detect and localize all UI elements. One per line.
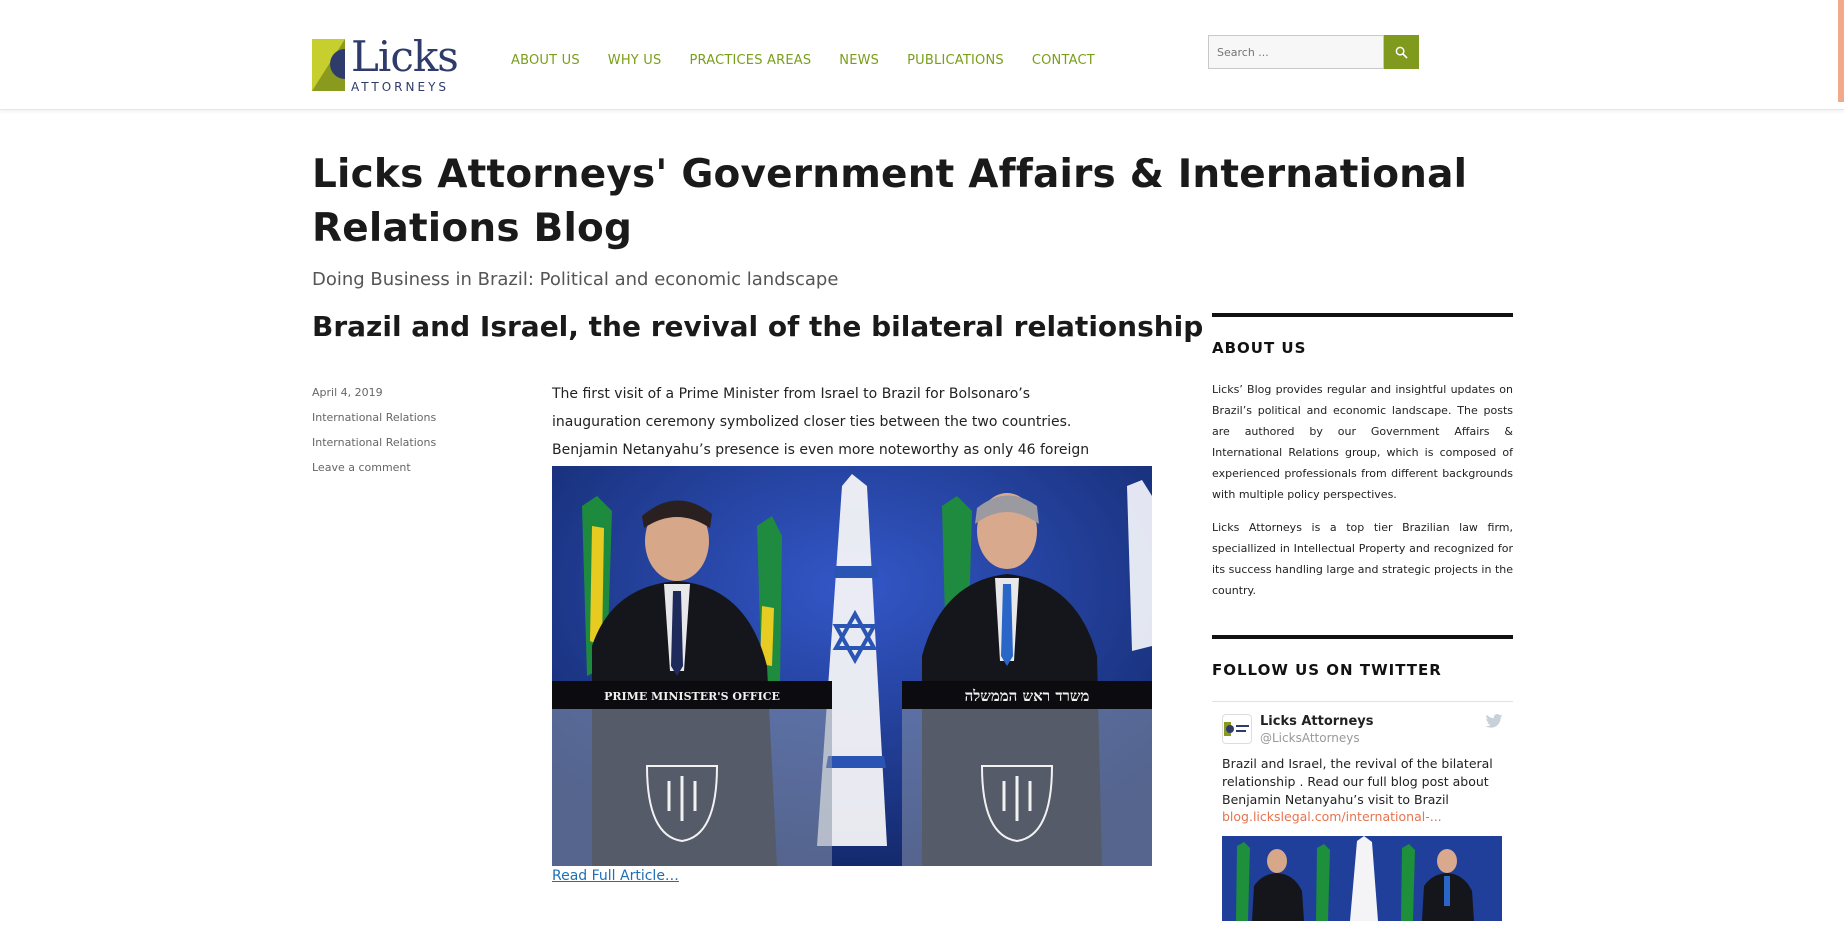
nav-practices-areas[interactable]: PRACTICES AREAS <box>689 53 811 68</box>
sidebar: ABOUT US Licks’ Blog provides regular an… <box>1212 313 1513 921</box>
post-featured-image[interactable]: PRIME MINISTER'S OFFICE משרד ראש הממשלה <box>552 466 1152 866</box>
logo-subtitle: ATTORNEYS <box>351 80 450 94</box>
logo-mark-icon <box>312 39 345 91</box>
tweet-link[interactable]: blog.lickslegal.com/international-... <box>1222 809 1503 824</box>
page-subtitle: Doing Business in Brazil: Political and … <box>312 269 839 290</box>
site-header: Licks ATTORNEYS ABOUT US WHY US PRACTICE… <box>0 0 1844 110</box>
podium-left-label: PRIME MINISTER'S OFFICE <box>604 690 780 703</box>
logo-name: Licks <box>351 32 459 81</box>
post-category[interactable]: International Relations <box>312 411 436 424</box>
nav-why-us[interactable]: WHY US <box>608 53 662 68</box>
read-full-article-link[interactable]: Read Full Article… <box>552 868 679 884</box>
nav-publications[interactable]: PUBLICATIONS <box>907 53 1004 68</box>
podium-right-label: משרד ראש הממשלה <box>965 687 1090 705</box>
site-logo[interactable]: Licks ATTORNEYS <box>312 32 459 94</box>
search-icon <box>1395 46 1408 59</box>
scrollbar[interactable] <box>1838 0 1844 102</box>
twitter-bird-icon[interactable] <box>1485 714 1503 728</box>
tweet-image[interactable] <box>1222 836 1502 921</box>
about-paragraph-1: Licks’ Blog provides regular and insight… <box>1212 383 1513 501</box>
search-button[interactable] <box>1384 35 1419 69</box>
post-title[interactable]: Brazil and Israel, the revival of the bi… <box>312 310 1203 343</box>
page-title: Licks Attorneys' Government Affairs & In… <box>312 152 1468 251</box>
about-widget-title: ABOUT US <box>1212 339 1307 357</box>
nav-contact[interactable]: CONTACT <box>1032 53 1095 68</box>
tweet-author-name[interactable]: Licks Attorneys <box>1260 714 1373 729</box>
leave-comment-link[interactable]: Leave a comment <box>312 461 436 474</box>
tweet-card[interactable]: Licks Attorneys @LicksAttorneys Brazil a… <box>1212 701 1513 921</box>
main-nav: ABOUT US WHY US PRACTICES AREAS NEWS PUB… <box>511 53 1095 68</box>
post-date[interactable]: April 4, 2019 <box>312 386 436 399</box>
tweet-text: Brazil and Israel, the revival of the bi… <box>1222 756 1493 807</box>
twitter-widget: FOLLOW US ON TWITTER Licks Attorneys @Li… <box>1212 635 1513 921</box>
about-widget: ABOUT US Licks’ Blog provides regular an… <box>1212 313 1513 601</box>
search-form <box>1208 35 1419 69</box>
about-paragraph-2: Licks Attorneys is a top tier Brazilian … <box>1212 521 1513 597</box>
tweet-avatar[interactable] <box>1222 714 1252 744</box>
nav-news[interactable]: NEWS <box>839 53 879 68</box>
post-meta: April 4, 2019 International Relations In… <box>312 386 436 474</box>
post-tag[interactable]: International Relations <box>312 436 436 449</box>
search-input[interactable] <box>1208 35 1384 69</box>
tweet-author-handle[interactable]: @LicksAttorneys <box>1260 731 1373 745</box>
nav-about-us[interactable]: ABOUT US <box>511 53 580 68</box>
licks-logo-icon <box>1224 722 1249 736</box>
twitter-widget-title: FOLLOW US ON TWITTER <box>1212 661 1442 679</box>
